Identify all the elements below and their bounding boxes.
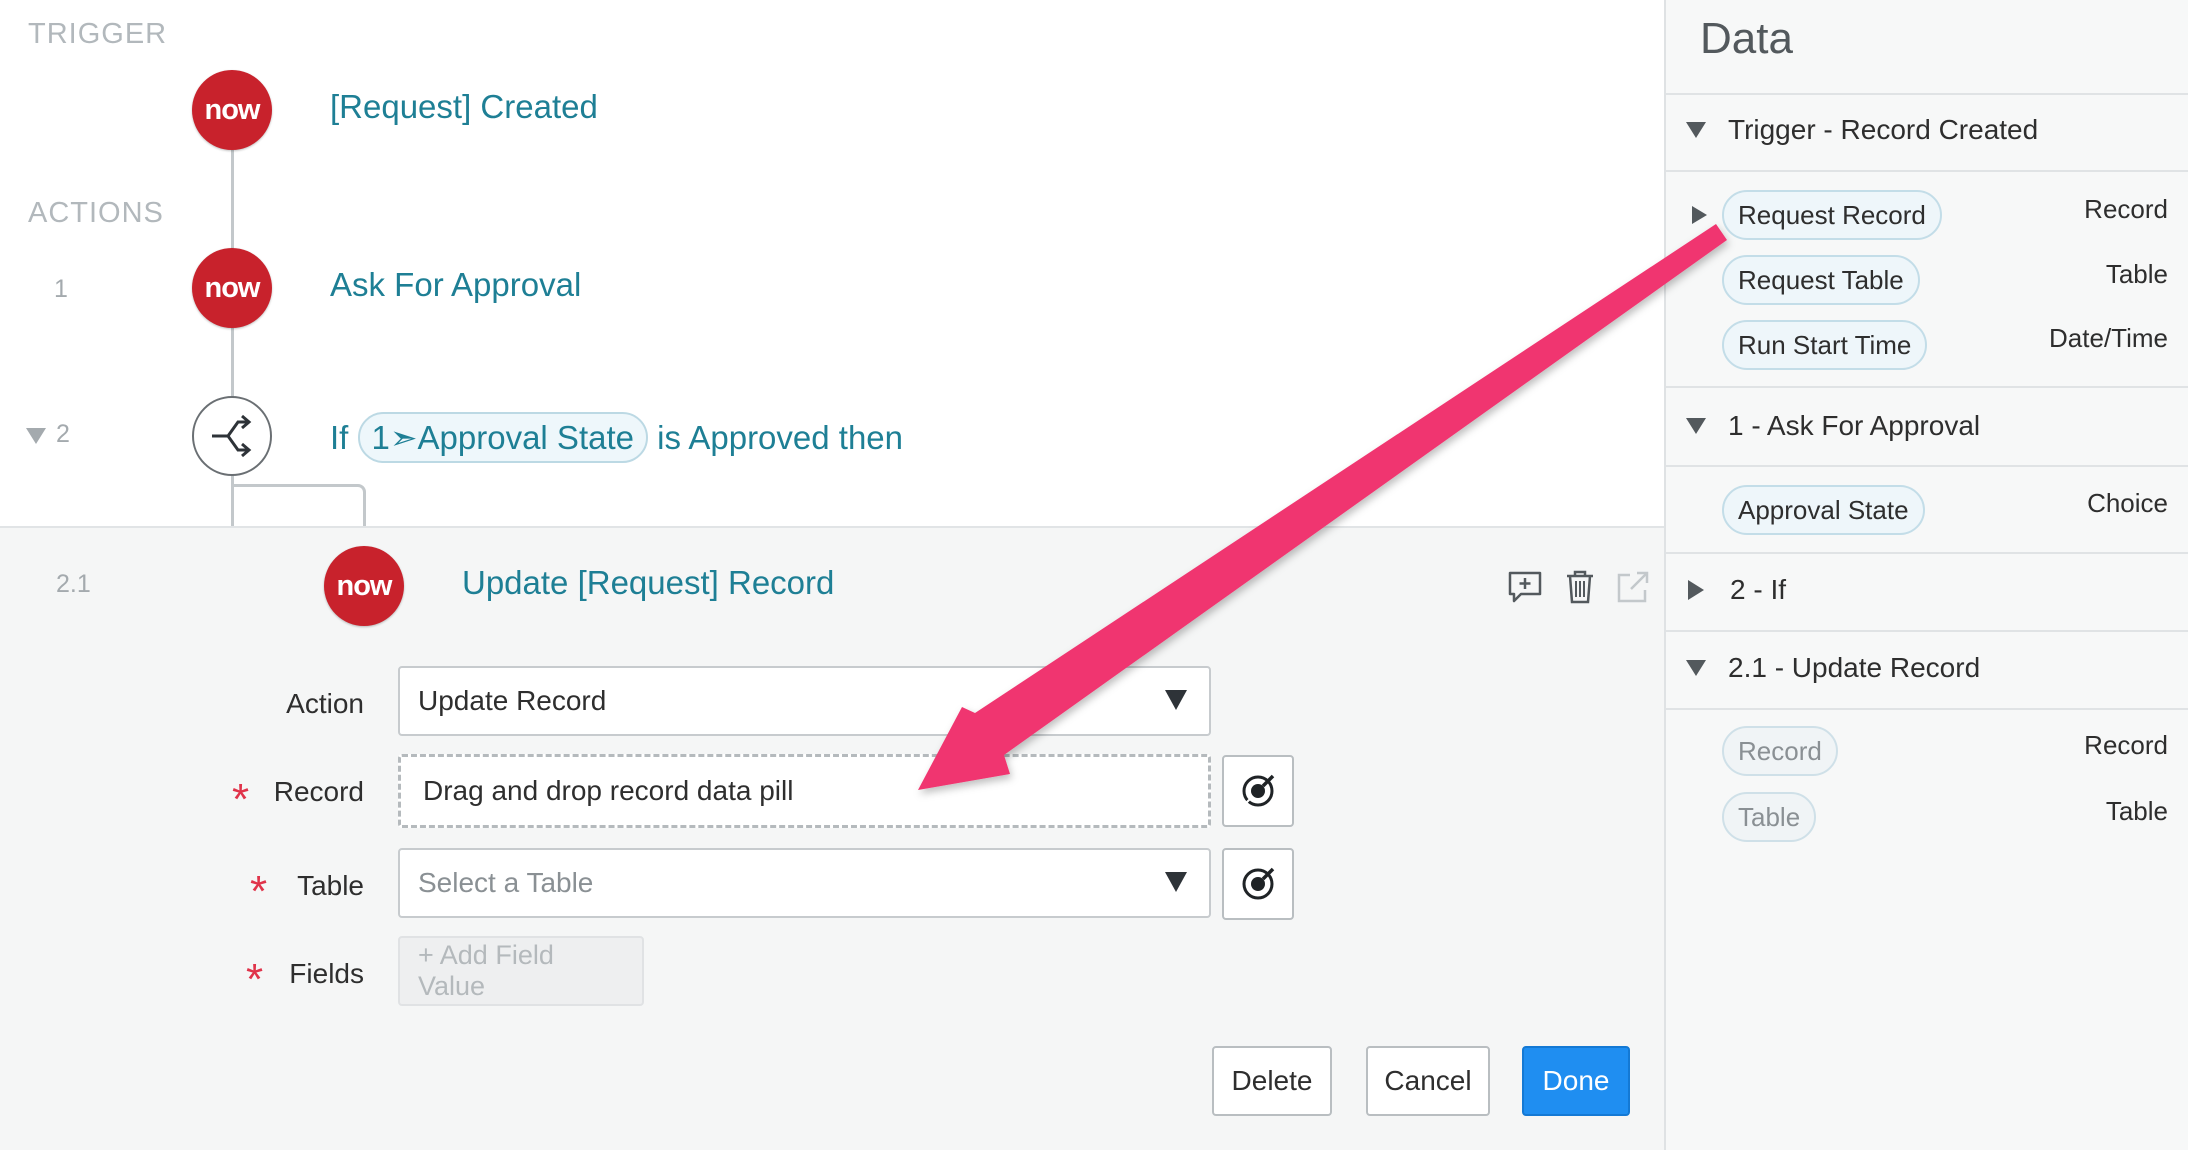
step-number: 2 [56,420,70,448]
divider [1666,93,2188,95]
flow-designer-screen: TRIGGER now [Request] Created ACTIONS 1 … [0,0,2188,1150]
data-pill-record[interactable]: Record [1722,726,1838,776]
table-label: Table [297,870,364,901]
collapsed-caret-icon [1688,580,1704,600]
connector-line [231,150,234,252]
data-pill-request-table[interactable]: Request Table [1722,255,1920,305]
data-section-if[interactable]: 2 - If [1686,574,1786,606]
collapse-caret-icon[interactable] [26,428,46,444]
delete-button[interactable]: Delete [1212,1046,1332,1116]
branch-connector [232,484,366,528]
section-title: 2.1 - Update Record [1728,652,1981,683]
trigger-title-link[interactable]: [Request] Created [330,88,598,126]
divider [1666,170,2188,172]
approval-state-pill[interactable]: 1➣Approval State [357,412,648,463]
action-select-value: Update Record [418,685,607,716]
divider [1666,552,2188,554]
data-pill-table[interactable]: Table [1722,792,1817,842]
trash-icon[interactable] [1561,568,1599,606]
divider [1666,708,2188,710]
dropdown-caret-icon [1165,690,1187,710]
fields-label: Fields [289,958,364,989]
section-title: 1 - Ask For Approval [1728,410,1981,441]
data-pill-type: Record [2084,194,2168,224]
step2-condition[interactable]: If 1➣Approval State is Approved then [330,412,903,463]
expand-caret-icon[interactable] [1692,206,1707,224]
data-pill-type: Record [2084,730,2168,760]
dropdown-caret-icon [1165,872,1187,892]
record-label: Record [273,776,364,807]
expanded-caret-icon [1686,660,1706,676]
data-pill-run-start-time[interactable]: Run Start Time [1722,320,1928,370]
data-pill-type: Table [2105,796,2168,826]
step1-title-link[interactable]: Ask For Approval [330,266,581,304]
expanded-caret-icon [1686,122,1706,138]
condition-text: is Approved then [657,419,904,456]
data-picker-icon [1242,867,1275,900]
divider [1666,630,2188,632]
record-drop-zone[interactable]: Drag and drop record data pill [398,754,1211,828]
branch-if-icon [192,396,272,476]
data-picker-button[interactable] [1222,848,1294,920]
section-title: 2 - If [1730,574,1787,605]
now-logo-icon: now [192,248,272,328]
data-pill-request-record[interactable]: Request Record [1722,190,1942,240]
table-select-placeholder: Select a Table [418,867,594,898]
data-pill-type: Table [2105,259,2168,289]
editor-title: Update [Request] Record [462,564,835,601]
cancel-button[interactable]: Cancel [1366,1046,1490,1116]
data-section-update-record[interactable]: 2.1 - Update Record [1686,652,1980,684]
action-label: Action [286,688,364,719]
data-panel: Data Trigger - Record Created Request Re… [1664,0,2188,1150]
now-logo-icon: now [192,70,272,150]
step-number: 2.1 [56,570,91,598]
update-record-editor: 2.1 now Update [Request] Record Action U… [0,526,1664,1150]
done-button[interactable]: Done [1522,1046,1630,1116]
data-picker-button[interactable] [1222,755,1294,827]
add-comment-icon[interactable] [1506,568,1544,606]
open-external-icon[interactable] [1614,568,1652,606]
data-section-ask-for-approval[interactable]: 1 - Ask For Approval [1686,410,1980,442]
table-select[interactable]: Select a Table [398,848,1211,918]
divider [1666,386,2188,388]
data-section-trigger[interactable]: Trigger - Record Created [1686,114,2038,146]
step-number: 1 [54,275,68,303]
actions-section-label: ACTIONS [28,197,164,229]
data-panel-title: Data [1700,14,1793,63]
divider [1666,465,2188,467]
data-pill-type: Choice [2087,488,2168,518]
action-select[interactable]: Update Record [398,666,1211,736]
now-logo-icon: now [324,546,404,626]
expanded-caret-icon [1686,418,1706,434]
if-keyword: If [330,419,349,456]
add-field-value-button[interactable]: + Add Field Value [398,936,644,1006]
data-picker-icon [1242,774,1275,807]
data-pill-approval-state[interactable]: Approval State [1722,485,1925,535]
trigger-section-label: TRIGGER [28,18,168,50]
data-pill-type: Date/Time [2049,323,2168,353]
section-title: Trigger - Record Created [1728,114,2039,145]
